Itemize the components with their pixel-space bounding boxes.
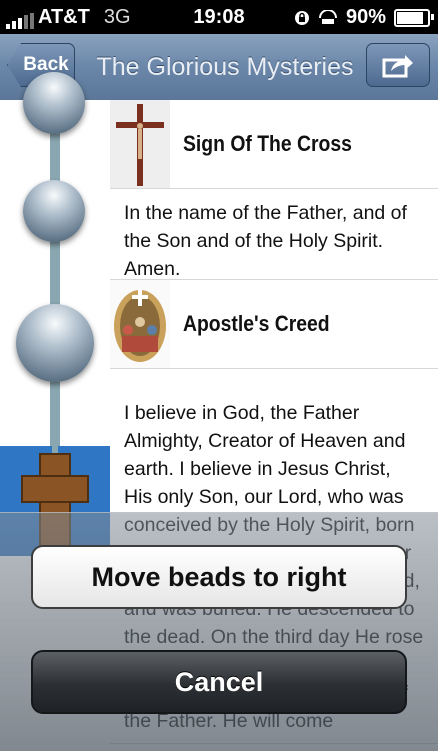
action-sheet: Move beads to right Cancel: [0, 512, 438, 751]
move-beads-right-button[interactable]: Move beads to right: [31, 545, 407, 609]
cancel-button[interactable]: Cancel: [31, 650, 407, 714]
